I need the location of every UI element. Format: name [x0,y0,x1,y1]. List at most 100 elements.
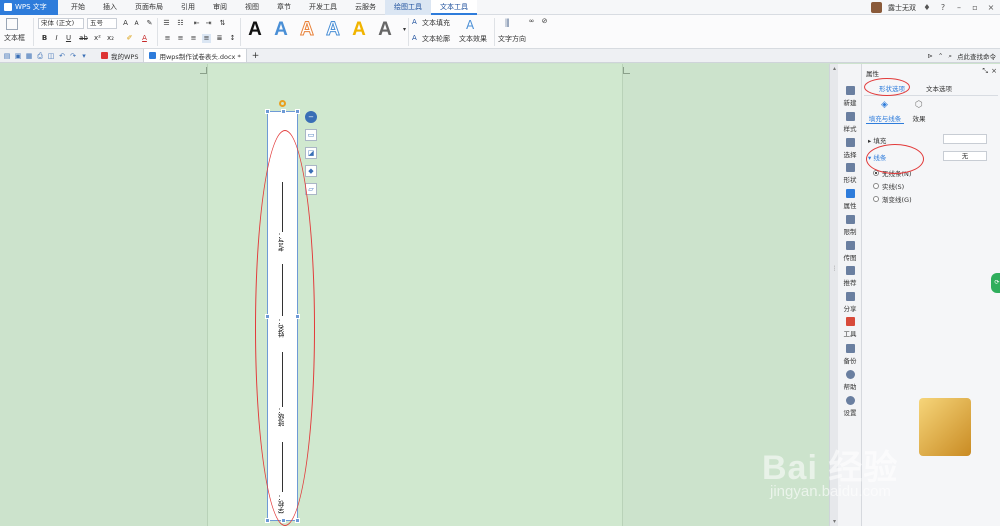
tab-start[interactable]: 开始 [62,0,94,15]
subscript-icon[interactable]: x₂ [106,34,115,43]
bullets-icon[interactable]: ☰ [162,19,171,28]
new-tab-button[interactable]: + [247,51,260,61]
superscript-icon[interactable]: x² [93,34,102,43]
text-fill-button[interactable]: 文本填充 [422,18,450,28]
fill-section-toggle[interactable]: ▸ 填充 [868,135,886,145]
open-icon[interactable]: ▤ [3,52,11,60]
promo-image[interactable] [919,398,971,456]
sidebar-item-restrict[interactable]: 限制 [838,215,862,236]
text-direction-button[interactable]: 文字方向 [498,34,526,44]
underline-icon[interactable]: U [64,34,73,43]
text-direction-icon[interactable]: ⫴ [505,17,510,31]
minimize-icon[interactable]: – [954,3,964,12]
undo-icon[interactable]: ↶ [58,52,66,60]
grow-font-icon[interactable]: A [121,19,130,28]
resize-handle[interactable] [295,109,300,114]
numbering-icon[interactable]: ☷ [176,19,185,28]
tab-review[interactable]: 审阅 [204,0,236,15]
indent-increase-icon[interactable]: ⇥ [204,19,213,28]
fill-line-icon[interactable]: ◈ [881,100,888,110]
italic-icon[interactable]: I [52,34,61,43]
tab-my-wps[interactable]: 我的WPS [96,49,145,62]
tab-document[interactable]: 用wps制作试卷表头.docx * [144,49,247,62]
subtab-fill-line[interactable]: 填充与线条 [866,113,904,124]
tab-layout[interactable]: 页面布局 [126,0,172,15]
sidebar-item-new[interactable]: 新建 [838,86,862,107]
tab-section[interactable]: 章节 [268,0,300,15]
line-spacing-icon[interactable]: ↕ [228,34,237,43]
text-style-blue[interactable]: A [271,19,291,41]
search-command[interactable]: 点此查找命令 [957,51,996,61]
save-icon[interactable]: ▣ [14,52,22,60]
resize-handle[interactable] [295,518,300,523]
app-menu-button[interactable]: WPS 文字 [0,0,58,15]
rotate-handle[interactable] [279,100,286,107]
text-outline-button[interactable]: 文本轮廓 [422,34,450,44]
tab-reference[interactable]: 引用 [172,0,204,15]
text-effect-button[interactable]: 文本效果 [459,34,487,44]
avatar[interactable] [871,2,882,13]
export-pdf-icon[interactable]: ▦ [25,52,33,60]
customize-icon[interactable]: ▾ [80,52,88,60]
text-effect-icon[interactable]: A [466,18,474,32]
document-canvas[interactable]: 考号： 姓名： 班级： 学校： − ▭ ◪ ◆ ▱ [0,64,829,526]
share-icon[interactable]: ⊳ [927,52,932,60]
restore-icon[interactable]: ▫ [970,3,980,12]
sidebar-item-settings[interactable]: 设置 [838,396,862,417]
radio-gradient-line[interactable]: 渐变线(G) [873,194,912,204]
sidebar-item-share[interactable]: 分享 [838,292,862,313]
preview-icon[interactable]: ◫ [47,52,55,60]
user-name[interactable]: 露士无双 [888,3,916,13]
redo-icon[interactable]: ↷ [69,52,77,60]
font-color-icon[interactable]: A [140,34,149,43]
text-fill-icon[interactable]: A [412,18,417,26]
tab-developer[interactable]: 开发工具 [300,0,346,15]
sort-icon[interactable]: ⇅ [218,19,227,28]
highlight-icon[interactable]: ✐ [125,34,134,43]
shrink-font-icon[interactable]: A [132,19,141,28]
tab-drawing-tools[interactable]: 绘图工具 [385,0,431,15]
tab-text-tools[interactable]: 文本工具 [431,0,477,15]
close-icon[interactable]: × [991,67,997,75]
tab-insert[interactable]: 插入 [94,0,126,15]
skin-icon[interactable]: ♦ [922,3,932,12]
align-justify-icon[interactable]: ≡ [202,34,211,43]
text-style-blue-outline[interactable]: A [323,19,343,41]
resize-handle[interactable] [281,109,286,114]
effects-icon[interactable]: ⬡ [915,100,923,110]
align-left-icon[interactable]: ≡ [163,34,172,43]
sidebar-item-shape[interactable]: 形状 [838,163,862,184]
sidebar-item-recommend[interactable]: 推荐 [838,266,862,287]
textbox-label[interactable]: 文本框 [4,33,25,43]
tab-text-options[interactable]: 文本选项 [926,83,952,93]
text-style-gold[interactable]: A [349,19,369,41]
sidebar-item-help[interactable]: 帮助 [838,370,862,391]
tab-view[interactable]: 视图 [236,0,268,15]
tab-cloud[interactable]: 云服务 [346,0,385,15]
font-size-select[interactable]: 五号 [87,18,117,29]
subtab-effects[interactable]: 效果 [908,113,930,123]
search-icon[interactable]: ⌕ [948,52,952,61]
resize-handle[interactable] [265,109,270,114]
align-right-icon[interactable]: ≡ [189,34,198,43]
font-name-select[interactable]: 宋体 (正文) [38,18,84,29]
sidebar-item-select[interactable]: 选择 [838,138,862,159]
sidebar-item-upload-image[interactable]: 传图 [838,241,862,262]
text-style-orange-outline[interactable]: A [297,19,317,41]
strikethrough-icon[interactable]: ab [79,34,88,43]
help-icon[interactable]: ? [938,3,948,12]
layout-options-icon[interactable]: ▭ [305,129,317,141]
pin-icon[interactable]: ⤡ [982,67,988,76]
clear-format-icon[interactable]: ✎ [145,19,154,28]
print-icon[interactable]: ⎙ [36,52,44,60]
distribute-icon[interactable]: ≣ [215,34,224,43]
link-icon[interactable]: ∞ [527,17,536,26]
sidebar-item-tools[interactable]: 工具 [838,317,862,338]
text-style-gray[interactable]: A [375,19,395,41]
sidebar-item-properties[interactable]: 属性 [838,189,862,210]
sidebar-item-style[interactable]: 样式 [838,112,862,133]
collapse-ribbon-icon[interactable]: ⌃ [938,52,943,60]
text-outline-icon[interactable]: A [412,34,417,42]
line-value-box[interactable]: 无 [943,151,987,161]
shape-style-icon[interactable]: ◪ [305,147,317,159]
